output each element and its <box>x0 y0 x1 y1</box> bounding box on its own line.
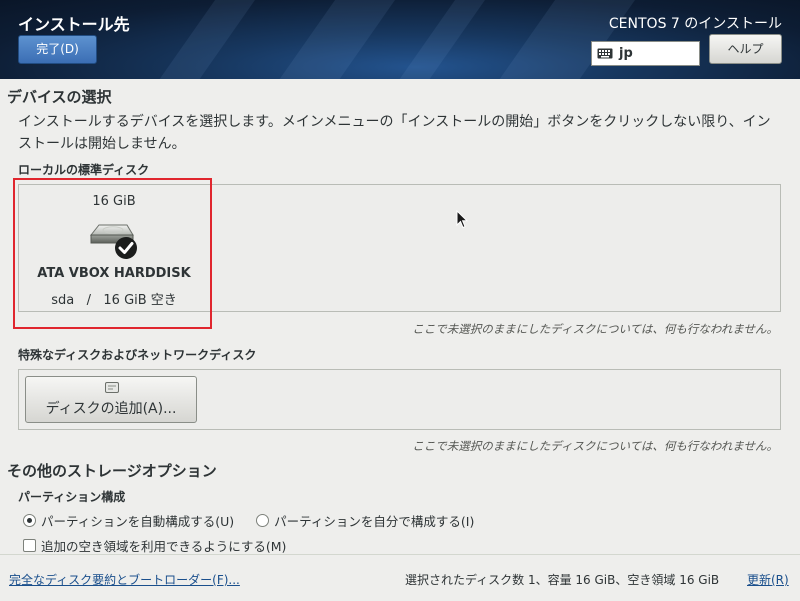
disk-highlight-annotation <box>13 178 212 329</box>
add-disk-button-label: ディスクの追加(A)... <box>45 401 177 417</box>
reclaim-space-checkbox[interactable] <box>23 539 36 552</box>
local-disks-heading: ローカルの標準ディスク <box>18 163 150 177</box>
refresh-link[interactable]: 更新(R) <box>747 571 789 588</box>
product-title: CENTOS 7 のインストール <box>608 16 782 32</box>
special-disks-heading: 特殊なディスクおよびネットワークディスク <box>18 348 257 362</box>
radio-auto-label[interactable]: パーティションを自動構成する(U) <box>41 511 234 530</box>
other-options-heading: その他のストレージオプション <box>7 462 217 480</box>
partitioning-options: パーティションを自動構成する(U) パーティションを自分で構成する(I) <box>23 511 474 530</box>
reclaim-space-label[interactable]: 追加の空き領域を利用できるようにする(M) <box>41 536 286 555</box>
help-button[interactable]: ヘルプ <box>709 34 782 64</box>
header-bar: インストール先 完了(D) CENTOS 7 のインストール jp ヘルプ <box>0 0 800 79</box>
radio-auto-partition[interactable] <box>23 514 36 527</box>
page-title: インストール先 <box>18 15 130 34</box>
device-selection-description: インストールするデバイスを選択します。メインメニューの「インストールの開始」ボタ… <box>18 114 771 152</box>
reclaim-space-option: 追加の空き領域を利用できるようにする(M) <box>23 536 286 555</box>
drive-add-icon <box>105 382 119 393</box>
partitioning-heading: パーティション構成 <box>18 490 126 504</box>
radio-selected-dot <box>27 518 32 523</box>
radio-manual-label[interactable]: パーティションを自分で構成する(I) <box>274 511 474 530</box>
special-disk-list: ディスクの追加(A)... <box>18 369 781 430</box>
special-disks-hint: ここで未選択のままにしたディスクについては、何も行なわれません。 <box>412 439 778 453</box>
device-selection-heading: デバイスの選択 <box>7 88 112 106</box>
keyboard-layout-label: jp <box>619 46 633 61</box>
done-button[interactable]: 完了(D) <box>18 35 97 64</box>
local-disks-hint: ここで未選択のままにしたディスクについては、何も行なわれません。 <box>412 322 778 336</box>
add-disk-button[interactable]: ディスクの追加(A)... <box>25 376 197 423</box>
selection-summary: 選択されたディスク数 1、容量 16 GiB、空き領域 16 GiB <box>405 573 720 587</box>
disk-summary-link[interactable]: 完全なディスク要約とブートローダー(F)... <box>9 571 240 588</box>
keyboard-icon <box>597 48 613 59</box>
radio-manual-partition[interactable] <box>256 514 270 527</box>
footer-bar: 完全なディスク要約とブートローダー(F)... 選択されたディスク数 1、容量 … <box>0 554 800 601</box>
keyboard-layout-indicator[interactable]: jp <box>591 41 700 66</box>
mouse-cursor-icon <box>456 210 468 229</box>
